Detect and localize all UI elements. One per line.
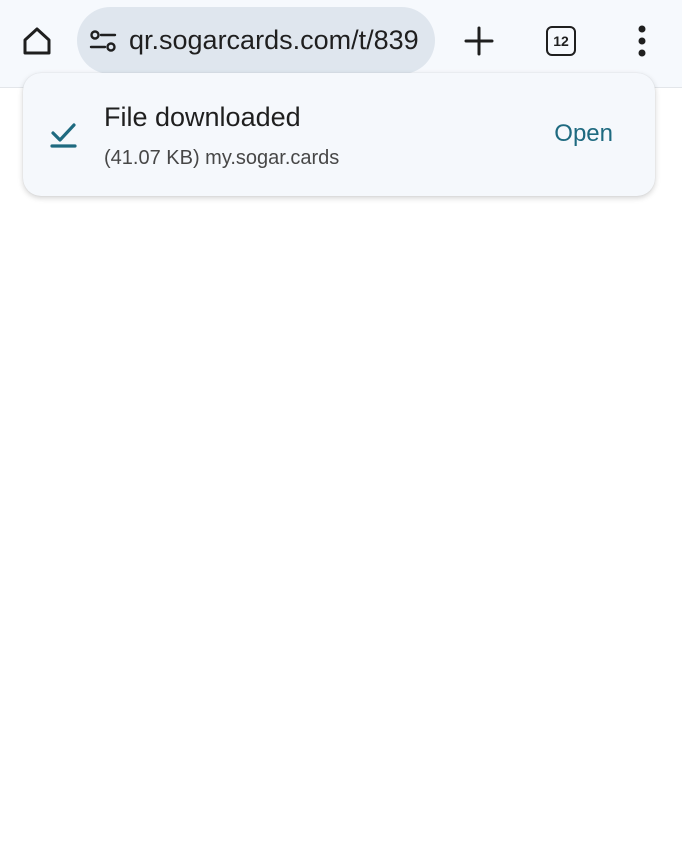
- url-text[interactable]: qr.sogarcards.com/t/839: [129, 25, 435, 56]
- tab-count: 12: [553, 33, 569, 49]
- menu-button[interactable]: [620, 18, 664, 64]
- address-bar[interactable]: qr.sogarcards.com/t/839: [77, 7, 435, 74]
- browser-page: qr.sogarcards.com/t/839 12 File download…: [0, 0, 682, 866]
- open-button[interactable]: Open: [554, 120, 613, 148]
- download-message-card: File downloaded (41.07 KB) my.sogar.card…: [23, 73, 655, 196]
- home-button[interactable]: [14, 18, 60, 64]
- tab-switcher-icon: 12: [546, 26, 576, 56]
- more-vert-icon: [638, 25, 646, 57]
- plus-icon: [464, 26, 494, 56]
- download-done-icon: [50, 123, 77, 148]
- tab-switcher-button[interactable]: 12: [538, 18, 584, 64]
- download-subtitle: (41.07 KB) my.sogar.cards: [104, 147, 340, 169]
- download-title: File downloaded: [104, 102, 301, 132]
- tune-icon[interactable]: [89, 27, 117, 55]
- home-icon: [23, 27, 51, 55]
- new-tab-button[interactable]: [456, 18, 502, 64]
